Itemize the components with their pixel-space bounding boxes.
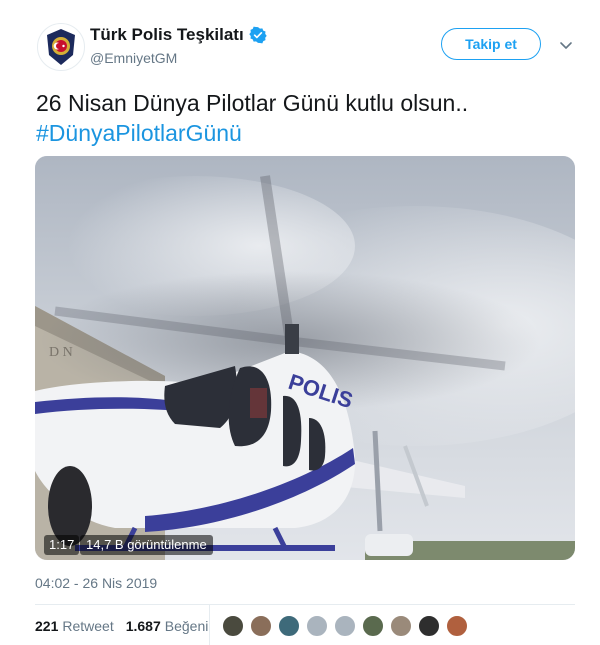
- follow-button[interactable]: Takip et: [441, 28, 541, 60]
- retweet-count: 221: [35, 618, 59, 634]
- like-label: Beğeni: [164, 618, 209, 634]
- verified-badge-icon: [248, 26, 267, 44]
- liker-avatar[interactable]: [250, 615, 272, 637]
- liker-avatar[interactable]: [362, 615, 384, 637]
- tweet-stats: 221 Retweet 1.687 Beğeni: [35, 618, 220, 634]
- retweet-stat[interactable]: 221 Retweet: [35, 618, 114, 634]
- liker-avatar[interactable]: [446, 615, 468, 637]
- liker-avatar[interactable]: [334, 615, 356, 637]
- account-name[interactable]: Türk Polis Teşkilatı: [90, 25, 267, 45]
- video-frame: D N POLIS: [35, 156, 575, 560]
- video-duration: 1:17: [44, 535, 80, 555]
- liker-avatar[interactable]: [418, 615, 440, 637]
- account-name-text: Türk Polis Teşkilatı: [90, 25, 244, 44]
- police-badge-icon: [47, 29, 75, 65]
- tweet-timestamp[interactable]: 04:02 - 26 Nis 2019: [35, 575, 157, 591]
- video-view-count: 14,7 B görüntülenme: [80, 535, 213, 555]
- liker-avatar[interactable]: [278, 615, 300, 637]
- liker-avatars: [222, 615, 474, 637]
- hashtag-link[interactable]: #DünyaPilotlarGünü: [36, 118, 468, 148]
- divider: [35, 604, 575, 605]
- account-avatar[interactable]: [37, 23, 85, 71]
- liker-avatar[interactable]: [222, 615, 244, 637]
- tweet-body: 26 Nisan Dünya Pilotlar Günü kutlu olsun…: [36, 90, 469, 116]
- account-handle[interactable]: @EmniyetGM: [90, 50, 177, 66]
- like-stat[interactable]: 1.687 Beğeni: [126, 618, 209, 634]
- chevron-down-icon[interactable]: [558, 37, 574, 53]
- video-player[interactable]: D N POLIS: [35, 156, 575, 560]
- liker-avatar[interactable]: [306, 615, 328, 637]
- like-count: 1.687: [125, 618, 161, 634]
- tweet-text: 26 Nisan Dünya Pilotlar Günü kutlu olsun…: [36, 88, 468, 148]
- retweet-label: Retweet: [62, 618, 114, 634]
- liker-avatar[interactable]: [390, 615, 412, 637]
